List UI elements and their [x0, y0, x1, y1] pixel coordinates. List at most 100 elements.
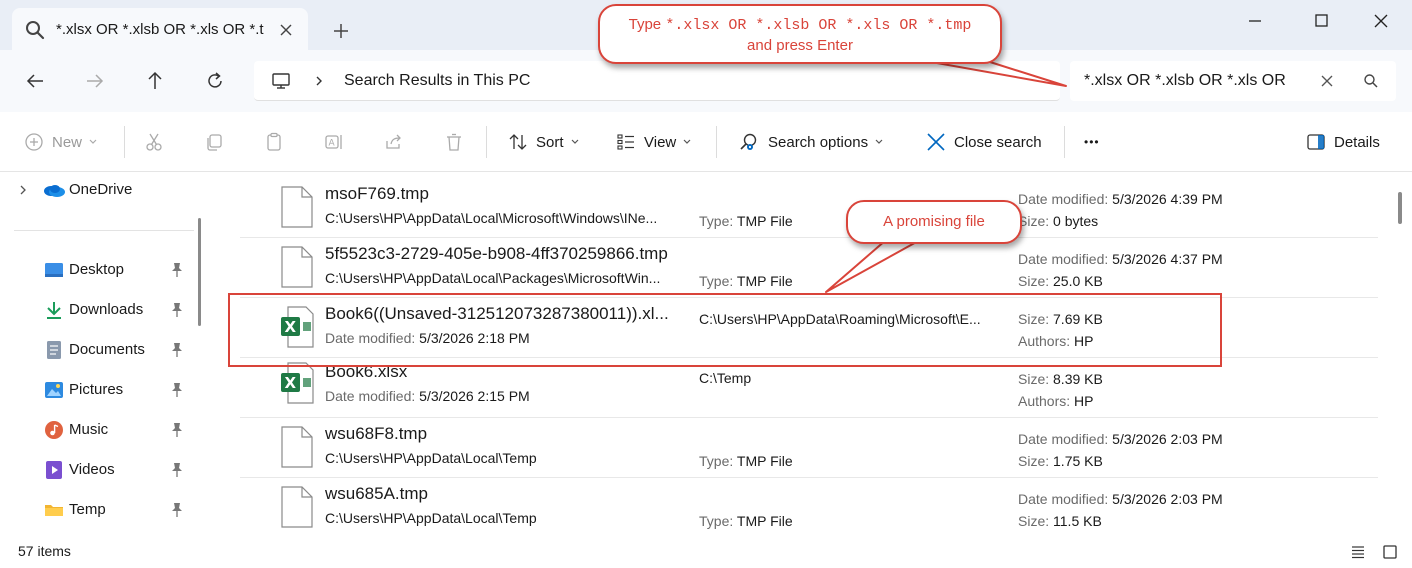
- close-search-button[interactable]: Close search: [926, 130, 1042, 154]
- copy-icon[interactable]: [204, 132, 224, 152]
- address-bar[interactable]: Search Results in This PC: [254, 61, 1060, 101]
- command-bar: New A Sort View Search options Close sea…: [0, 112, 1412, 172]
- details-label: Details: [1334, 133, 1380, 151]
- sidebar-item-onedrive[interactable]: OneDrive: [0, 176, 200, 204]
- cut-icon[interactable]: [144, 132, 164, 152]
- view-button[interactable]: View: [616, 130, 692, 154]
- sidebar-item-label: Downloads: [69, 301, 144, 318]
- pin-icon[interactable]: [170, 342, 184, 358]
- chevron-down-icon: [571, 139, 578, 144]
- this-pc-icon: [272, 73, 290, 89]
- toolbar-divider: [486, 126, 487, 158]
- pin-icon[interactable]: [170, 502, 184, 518]
- sidebar-item-videos[interactable]: Videos: [0, 456, 200, 484]
- sidebar-scrollbar[interactable]: [198, 218, 201, 326]
- file-row[interactable]: msoF769.tmp C:\Users\HP\AppData\Local\Mi…: [240, 178, 1378, 238]
- clear-search-icon[interactable]: [1318, 72, 1336, 90]
- promising-file-callout: A promising file: [846, 200, 1022, 244]
- search-options-label: Search options: [768, 133, 869, 151]
- desktop-icon: [45, 263, 63, 277]
- content-scrollbar[interactable]: [1398, 192, 1402, 224]
- pin-icon[interactable]: [170, 302, 184, 318]
- new-tab-plus-icon[interactable]: [330, 20, 352, 42]
- file-date: Date modified: 5/3/2026 2:03 PM: [1018, 491, 1223, 507]
- refresh-icon[interactable]: [204, 70, 226, 92]
- sidebar-item-documents[interactable]: Documents: [0, 336, 200, 364]
- close-window-icon[interactable]: [1370, 10, 1392, 32]
- search-box[interactable]: *.xlsx OR *.xlsb OR *.xls OR: [1070, 61, 1396, 101]
- pin-icon[interactable]: [170, 422, 184, 438]
- details-view-icon[interactable]: [1350, 544, 1366, 560]
- new-button[interactable]: New: [24, 130, 98, 154]
- sidebar-item-label: Music: [69, 421, 109, 438]
- file-path: C:\Temp: [699, 370, 752, 386]
- close-search-label: Close search: [954, 133, 1042, 151]
- sidebar-item-label: Temp: [69, 501, 106, 518]
- chevron-right-icon[interactable]: [18, 185, 28, 195]
- file-date: Date modified: 5/3/2026 2:03 PM: [1018, 431, 1223, 447]
- search-icon: [26, 21, 45, 40]
- file-type: Type: TMP File: [699, 273, 793, 289]
- sort-button[interactable]: Sort: [508, 130, 580, 154]
- file-date: Date modified: 5/3/2026 4:37 PM: [1018, 251, 1223, 267]
- view-label: View: [644, 133, 677, 151]
- up-arrow-icon[interactable]: [144, 70, 166, 92]
- svg-text:X: X: [285, 374, 297, 392]
- chevron-right-icon[interactable]: [312, 74, 326, 88]
- details-pane-button[interactable]: Details: [1306, 130, 1380, 154]
- pin-icon[interactable]: [170, 382, 184, 398]
- file-size: Size: 8.39 KB: [1018, 371, 1103, 387]
- sidebar-item-music[interactable]: Music: [0, 416, 200, 444]
- instruction-callout: Type *.xlsx OR *.xlsb OR *.xls OR *.tmp …: [598, 4, 1002, 64]
- search-input[interactable]: *.xlsx OR *.xlsb OR *.xls OR: [1084, 72, 1286, 90]
- share-icon[interactable]: [384, 132, 404, 152]
- sidebar-item-label: OneDrive: [69, 181, 133, 198]
- details-pane-icon: [1307, 134, 1325, 150]
- tiles-view-icon[interactable]: [1382, 544, 1398, 560]
- status-bar: 57 items: [0, 536, 1412, 568]
- more-options-button[interactable]: •••: [1084, 130, 1100, 154]
- file-row[interactable]: wsu685A.tmp C:\Users\HP\AppData\Local\Te…: [240, 478, 1378, 538]
- rename-icon[interactable]: A: [324, 132, 344, 152]
- close-tab-icon[interactable]: [276, 20, 296, 40]
- file-row[interactable]: 5f5523c3-2729-405e-b908-4ff370259866.tmp…: [240, 238, 1378, 298]
- sidebar-item-desktop[interactable]: Desktop: [0, 256, 200, 284]
- videos-icon: [46, 461, 62, 479]
- file-row[interactable]: wsu68F8.tmp C:\Users\HP\AppData\Local\Te…: [240, 418, 1378, 478]
- pictures-icon: [45, 382, 63, 398]
- highlight-box: [228, 293, 1222, 367]
- sidebar-item-label: Pictures: [69, 381, 124, 398]
- file-name: wsu68F8.tmp: [325, 424, 428, 443]
- item-count: 57 items: [18, 543, 71, 559]
- onedrive-cloud-icon: [44, 185, 65, 197]
- file-type: Type: TMP File: [699, 453, 793, 469]
- forward-arrow-icon[interactable]: [84, 70, 106, 92]
- file-size: Size: 1.75 KB: [1018, 453, 1103, 469]
- file-path: C:\Users\HP\AppData\Local\Temp: [325, 450, 537, 466]
- sidebar-item-downloads[interactable]: Downloads: [0, 296, 200, 324]
- excel-file-icon: X: [281, 362, 314, 404]
- pin-icon[interactable]: [170, 462, 184, 478]
- file-type: Type: TMP File: [699, 213, 793, 229]
- maximize-icon[interactable]: [1310, 10, 1332, 32]
- delete-icon[interactable]: [444, 132, 464, 152]
- file-date: Date modified: 5/3/2026 4:39 PM: [1018, 191, 1223, 207]
- sidebar-item-pictures[interactable]: Pictures: [0, 376, 200, 404]
- minimize-icon[interactable]: [1244, 10, 1266, 32]
- sidebar-item-temp[interactable]: Temp: [0, 496, 200, 524]
- close-x-icon: [927, 133, 945, 151]
- paste-icon[interactable]: [264, 132, 284, 152]
- sort-label: Sort: [536, 133, 564, 151]
- search-icon[interactable]: [1362, 72, 1380, 90]
- sidebar-divider: [14, 230, 194, 231]
- file-row[interactable]: X Book6.xlsx Date modified: 5/3/2026 2:1…: [240, 358, 1378, 418]
- file-name: msoF769.tmp: [325, 184, 429, 203]
- generic-file-icon: [281, 186, 313, 228]
- back-arrow-icon[interactable]: [24, 70, 46, 92]
- sort-icon: [509, 134, 527, 150]
- file-path: C:\Users\HP\AppData\Local\Temp: [325, 510, 537, 526]
- tab-search-results[interactable]: *.xlsx OR *.xlsb OR *.xls OR *.t: [12, 8, 308, 54]
- pin-icon[interactable]: [170, 262, 184, 278]
- search-options-button[interactable]: Search options: [738, 130, 884, 154]
- sidebar-item-label: Videos: [69, 461, 115, 478]
